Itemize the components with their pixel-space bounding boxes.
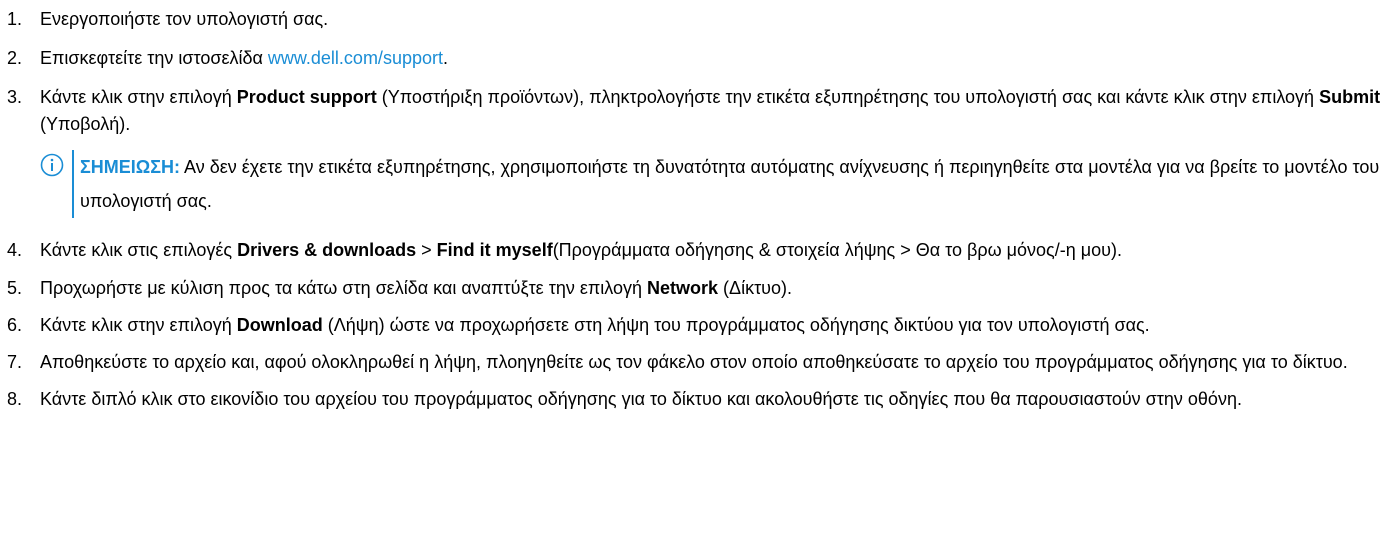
step-number: 3. (7, 87, 23, 107)
step-3: 3. Κάντε κλικ στην επιλογή Product suppo… (0, 84, 1388, 218)
step-5: 5. Προχωρήστε με κύλιση προς τα κάτω στη… (0, 275, 1388, 302)
note-text: ΣΗΜΕΙΩΣΗ: Αν δεν έχετε την ετικέτα εξυπη… (72, 150, 1388, 218)
step-number: 4. (7, 240, 23, 260)
step-number: 2. (7, 48, 23, 68)
step-number: 5. (7, 278, 23, 298)
step-1: 1. Ενεργοποιήστε τον υπολογιστή σας. (0, 6, 1388, 33)
note-box: ΣΗΜΕΙΩΣΗ: Αν δεν έχετε την ετικέτα εξυπη… (40, 150, 1388, 218)
step-text: Προχωρήστε με κύλιση προς τα κάτω στη σε… (40, 278, 648, 298)
step-number: 7. (7, 352, 23, 372)
step-text: Ενεργοποιήστε τον υπολογιστή σας. (40, 9, 329, 29)
drivers-downloads-option: Drivers & downloads (237, 240, 417, 260)
dell-support-link[interactable]: www.dell.com/support (268, 48, 443, 68)
note-body: Αν δεν έχετε την ετικέτα εξυπηρέτησης, χ… (80, 157, 1380, 211)
step-text: Κάντε κλικ στις επιλογές (40, 240, 238, 260)
submit-option: Submit (1319, 87, 1381, 107)
step-6: 6. Κάντε κλικ στην επιλογή Download (Λήψ… (0, 312, 1388, 339)
step-text: (Υποβολή). (40, 114, 131, 134)
step-number: 8. (7, 389, 23, 409)
step-text-end: . (442, 48, 448, 68)
step-2: 2. Επισκεφτείτε την ιστοσελίδα www.dell.… (0, 45, 1388, 72)
step-text: > (416, 240, 437, 260)
product-support-option: Product support (236, 87, 377, 107)
step-text: Κάντε διπλό κλικ στο εικονίδιο του αρχεί… (40, 389, 1242, 409)
note-label: ΣΗΜΕΙΩΣΗ: (80, 157, 181, 177)
step-number: 6. (7, 315, 23, 335)
step-text: (Προγράμματα οδήγησης & στοιχεία λήψης >… (552, 240, 1122, 260)
instruction-steps: 1. Ενεργοποιήστε τον υπολογιστή σας. 2. … (0, 6, 1388, 413)
download-option: Download (236, 315, 323, 335)
step-number: 1. (7, 9, 23, 29)
step-text: Κάντε κλικ στην επιλογή (40, 87, 237, 107)
step-text: Κάντε κλικ στην επιλογή (40, 315, 237, 335)
network-option: Network (647, 278, 719, 298)
step-text: Επισκεφτείτε την ιστοσελίδα (40, 48, 268, 68)
info-icon (40, 153, 64, 177)
step-text: (Υποστήριξη προϊόντων), πληκτρολογήστε τ… (376, 87, 1320, 107)
step-4: 4. Κάντε κλικ στις επιλογές Drivers & do… (0, 237, 1388, 264)
step-8: 8. Κάντε διπλό κλικ στο εικονίδιο του αρ… (0, 386, 1388, 413)
step-text: Αποθηκεύστε το αρχείο και, αφού ολοκληρω… (40, 352, 1348, 372)
step-text: (Λήψη) ώστε να προχωρήσετε στη λήψη του … (322, 315, 1150, 335)
step-7: 7. Αποθηκεύστε το αρχείο και, αφού ολοκλ… (0, 349, 1388, 376)
step-text: (Δίκτυο). (718, 278, 793, 298)
find-it-myself-option: Find it myself (436, 240, 553, 260)
